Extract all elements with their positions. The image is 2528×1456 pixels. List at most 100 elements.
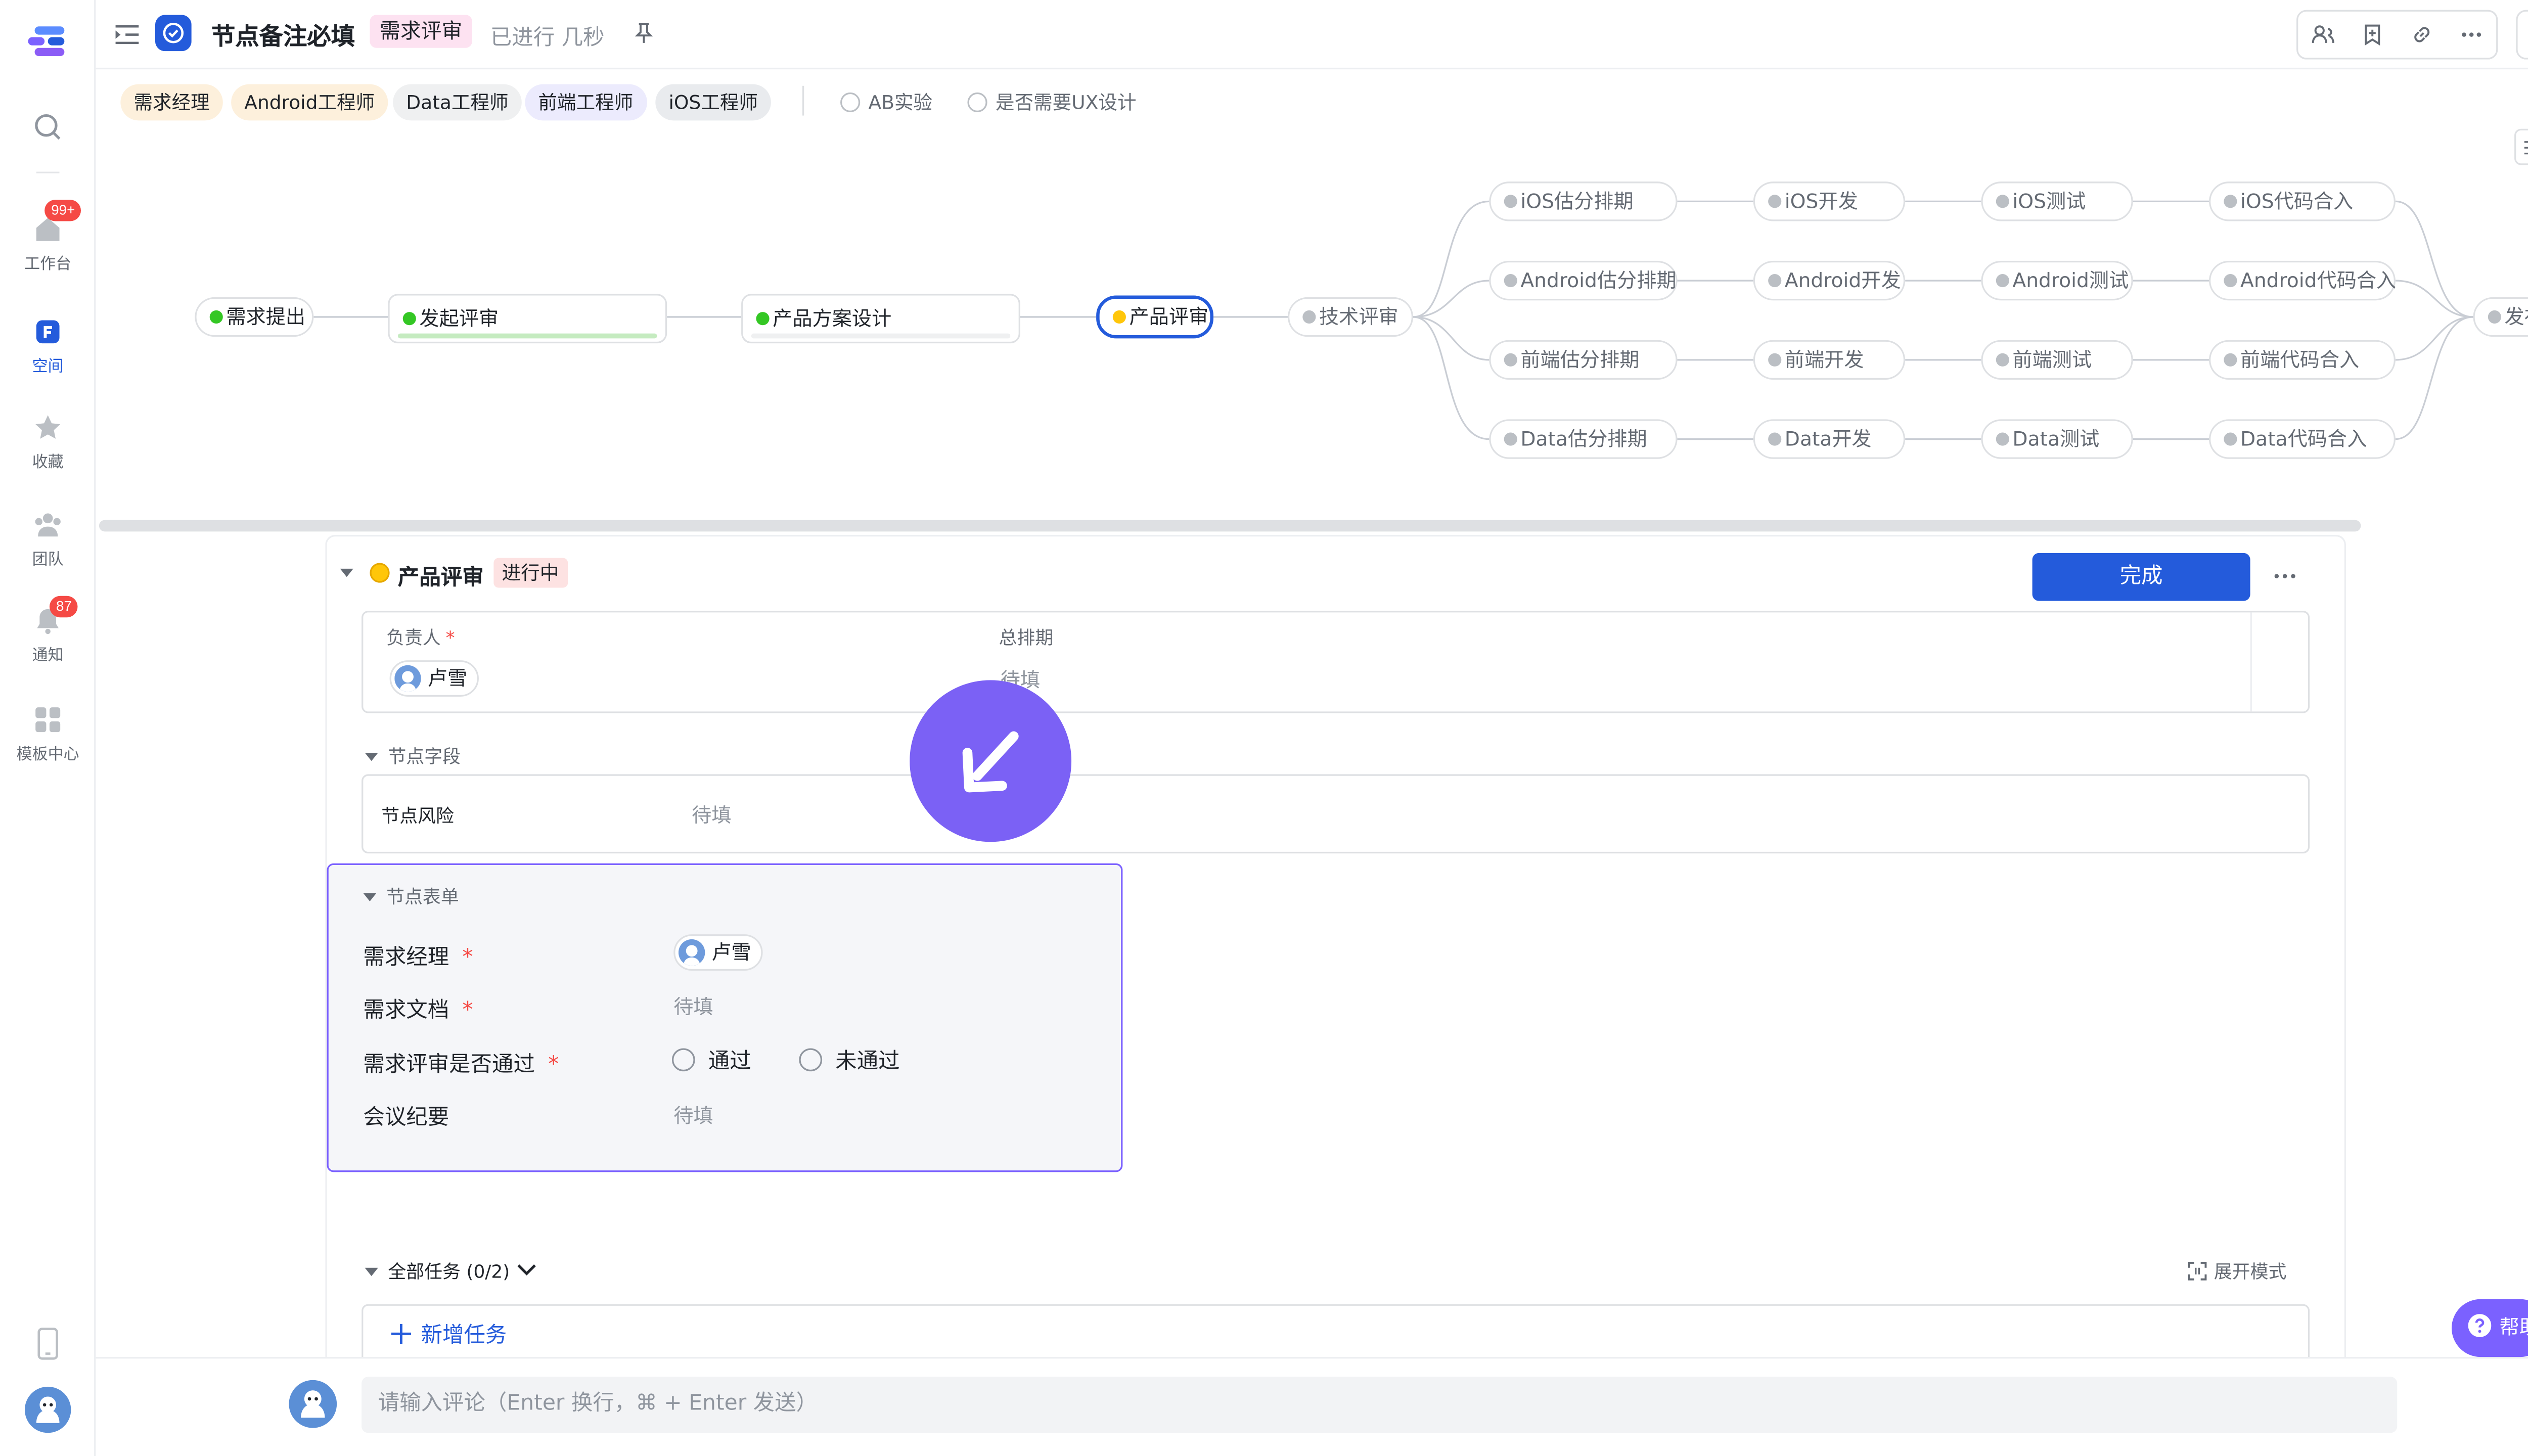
flow-node-data-dev[interactable]: Data开发 (1753, 419, 1906, 459)
space-icon (36, 320, 60, 344)
owner-chip[interactable]: 卢雪 (389, 660, 479, 697)
radio-icon (840, 92, 861, 113)
sidebar-toggle-icon[interactable] (114, 21, 140, 48)
plus-icon (391, 1324, 412, 1344)
flow-node-frontend-test[interactable]: 前端测试 (1981, 340, 2133, 380)
form-doc-label-text: 需求文档 (363, 998, 449, 1024)
node-more-icon[interactable] (2273, 566, 2296, 586)
role-chip[interactable]: 需求经理 (120, 84, 223, 121)
rail-label-favorites: 收藏 (32, 453, 64, 472)
search-icon[interactable] (33, 112, 63, 142)
more-button[interactable] (2447, 12, 2496, 58)
flow-node-release[interactable]: 发布 (2473, 297, 2528, 337)
ux-design-option[interactable]: 是否需要UX设计 (967, 89, 1136, 115)
flow-node-start-review[interactable]: 发起评审 (388, 294, 667, 344)
complete-button[interactable]: 完成 (2032, 553, 2250, 601)
flow-node-data-merge[interactable]: Data代码合入 (2208, 419, 2396, 459)
owner-name: 卢雪 (427, 667, 468, 690)
flow-node-data-test[interactable]: Data测试 (1981, 419, 2133, 459)
link-icon (2414, 27, 2430, 42)
role-chip[interactable]: Data工程师 (393, 84, 522, 121)
status-tag[interactable]: 需求评审 (370, 15, 472, 48)
rail-item-notify[interactable]: 通知 (0, 606, 96, 665)
radio-fail[interactable]: 未通过 (799, 1048, 900, 1076)
header-actions (2296, 10, 2498, 60)
mobile-icon[interactable] (36, 1327, 60, 1360)
radio-pass[interactable]: 通过 (671, 1048, 751, 1076)
ab-test-option[interactable]: AB实验 (840, 89, 932, 115)
flow-node-android-dev[interactable]: Android开发 (1753, 260, 1906, 301)
flow-node-request[interactable]: 需求提出 (195, 297, 314, 337)
form-pm-chip[interactable]: 卢雪 (673, 934, 763, 971)
flow-node-ios-dev[interactable]: iOS开发 (1753, 181, 1906, 221)
comment-input[interactable]: 请输入评论（Enter 换行，⌘ + Enter 发送） (362, 1377, 2398, 1433)
flow-node-frontend-merge[interactable]: 前端代码合入 (2208, 340, 2396, 380)
user-avatar (679, 939, 705, 966)
role-chip[interactable]: Android工程师 (231, 84, 388, 121)
flow-node-frontend-estimate[interactable]: 前端估分排期 (1489, 340, 1678, 380)
pin-icon[interactable] (633, 21, 656, 44)
bookmark-icon (2365, 24, 2380, 46)
page-header: 节点备注必填 需求评审 已进行 几秒 (96, 0, 2528, 70)
rail-item-workbench[interactable]: 工作台 (0, 214, 96, 274)
rail-item-team[interactable]: 团队 (0, 510, 96, 570)
flow-node-ios-estimate[interactable]: iOS估分排期 (1489, 181, 1678, 221)
members-icon (2312, 25, 2334, 43)
flow-node-data-estimate[interactable]: Data估分排期 (1489, 419, 1678, 459)
app-logo[interactable] (28, 23, 68, 60)
form-pm-label-text: 需求经理 (363, 946, 449, 971)
flow-node-product-review[interactable]: 产品评审 (1096, 295, 1213, 339)
flow-node-ios-merge[interactable]: iOS代码合入 (2208, 181, 2396, 221)
flow-settings-button[interactable] (2514, 128, 2528, 165)
add-task-label: 新增任务 (421, 1324, 507, 1349)
flow-node-android-test[interactable]: Android测试 (1981, 260, 2133, 301)
owner-label-text: 负责人 (386, 627, 441, 649)
copy-link-button[interactable] (2397, 12, 2447, 58)
flow-node-label: 产品方案设计 (773, 307, 892, 331)
page-title: 节点备注必填 (211, 24, 355, 52)
notify-badge: 87 (49, 596, 78, 618)
flow-node-android-estimate[interactable]: Android估分排期 (1489, 260, 1678, 301)
rail-label-workbench: 工作台 (24, 256, 72, 275)
collapse-caret-icon[interactable] (338, 566, 355, 579)
user-avatar[interactable] (24, 1386, 71, 1433)
help-button[interactable]: 帮助 (2451, 1299, 2528, 1357)
risk-label: 节点风险 (381, 805, 454, 827)
radio-circle-icon (799, 1048, 823, 1072)
team-icon (35, 513, 61, 537)
risk-value[interactable]: 待填 (692, 801, 731, 829)
more-icon (2462, 32, 2481, 37)
workbench-badge: 99+ (44, 200, 82, 221)
form-pass-label-text: 需求评审是否通过 (363, 1053, 535, 1078)
rail-item-favorites[interactable]: 收藏 (0, 413, 96, 472)
rail-divider (36, 171, 60, 173)
flow-node-android-merge[interactable]: Android代码合入 (2208, 260, 2396, 301)
flow-node-frontend-dev[interactable]: 前端开发 (1753, 340, 1906, 380)
app-window: 工作台 99+ 空间 收藏 团队 通知 87 模板中心 节点备注必填 需求评审 … (0, 0, 2528, 1456)
bookmark-button[interactable] (2348, 12, 2397, 58)
radio-circle-icon (671, 1048, 695, 1072)
flow-node-ios-test[interactable]: iOS测试 (1981, 181, 2133, 221)
role-chip[interactable]: iOS工程师 (655, 84, 772, 121)
progress-bar (397, 333, 657, 339)
expand-mode-button[interactable]: 展开模式 (2188, 1258, 2286, 1284)
help-label: 帮助 (2499, 1315, 2528, 1339)
form-minutes-value[interactable]: 待填 (673, 1101, 713, 1129)
close-button[interactable] (2518, 12, 2528, 58)
fields-section-toggle[interactable]: 节点字段 (365, 743, 461, 769)
rail-item-space[interactable]: 空间 (0, 317, 96, 376)
form-doc-value[interactable]: 待填 (673, 992, 713, 1020)
flow-node-tech-review[interactable]: 技术评审 (1287, 297, 1414, 337)
node-title: 产品评审 (397, 566, 484, 591)
horizontal-scrollbar[interactable] (99, 520, 2361, 532)
flow-node-solution-design[interactable]: 产品方案设计 (741, 294, 1020, 344)
user-avatar (394, 665, 421, 692)
form-section-toggle[interactable]: 节点表单 (363, 883, 459, 909)
add-task-button[interactable]: 新增任务 (391, 1317, 507, 1349)
chevron-down-icon[interactable] (517, 1263, 536, 1276)
tasks-toggle[interactable]: 全部任务 (0/2) (365, 1258, 510, 1284)
fields-card (362, 774, 2310, 854)
rail-item-templates[interactable]: 模板中心 (0, 705, 96, 764)
role-chip[interactable]: 前端工程师 (525, 84, 647, 121)
members-button[interactable] (2298, 12, 2348, 58)
